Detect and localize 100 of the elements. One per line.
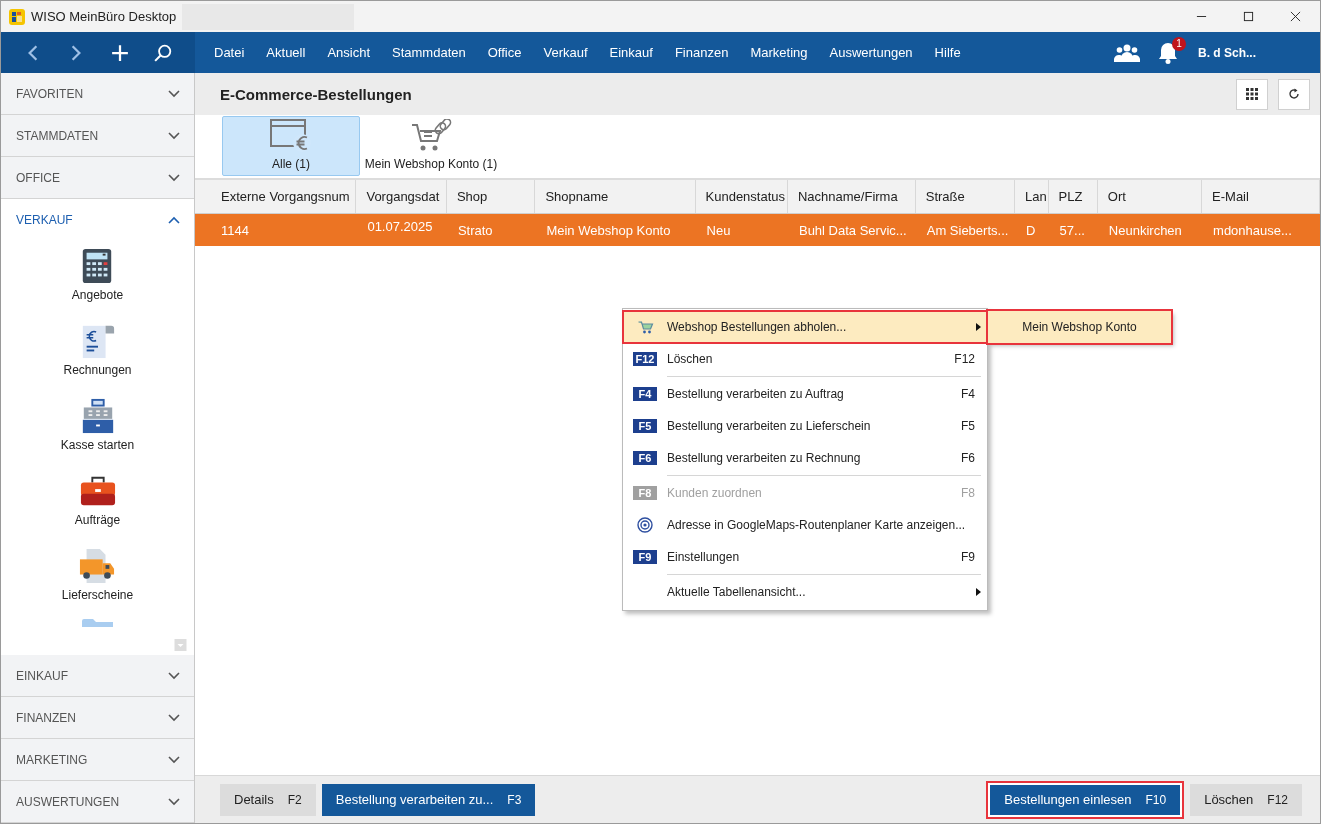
secondary-button[interactable]: Details F2 bbox=[220, 783, 316, 816]
section-label: AUSWERTUNGEN bbox=[16, 794, 120, 809]
grid-view-button[interactable] bbox=[1236, 78, 1268, 110]
key-badge: F4 bbox=[633, 387, 657, 401]
menu-item[interactable]: Aktuell bbox=[255, 45, 317, 60]
context-menu-item[interactable]: F4 Bestellung verarbeiten zu Auftrag F4 bbox=[623, 375, 987, 410]
folder-icon bbox=[80, 619, 115, 627]
table-cell-text: Buhl Data Servic... bbox=[797, 221, 908, 240]
column-header[interactable]: Nachname/Firma bbox=[787, 180, 916, 213]
sidebar-item[interactable]: Kasse starten bbox=[60, 398, 135, 473]
window-title: WISO MeinBüro Desktop bbox=[31, 9, 177, 24]
page-title: E-Commerce-Bestellungen bbox=[220, 85, 412, 103]
table-cell-text: Am Sieberts... bbox=[925, 221, 1010, 240]
secondary-button[interactable]: Löschen F12 bbox=[1190, 783, 1302, 816]
menu-item[interactable]: Auswertungen bbox=[818, 45, 924, 60]
chevron-icon bbox=[168, 755, 180, 764]
column-header[interactable]: Kundenstatus bbox=[695, 180, 788, 213]
sidebar-item[interactable]: Lieferscheine bbox=[61, 548, 134, 623]
app-logo-icon bbox=[9, 8, 25, 25]
context-menu-item[interactable]: Adresse in GoogleMaps-Routenplaner Karte anzeigen... bbox=[623, 509, 987, 541]
sidebar-item-label: Aufträge bbox=[74, 513, 121, 527]
sidebar-item-label: Lieferscheine bbox=[61, 588, 134, 602]
menu-item[interactable]: Einkauf bbox=[598, 45, 664, 60]
table-cell-text: D bbox=[1025, 221, 1037, 240]
menu-item[interactable]: Office bbox=[476, 45, 533, 60]
key-badge: F5 bbox=[633, 419, 657, 433]
table-cell-text: 1144 bbox=[220, 221, 250, 240]
menu-item[interactable]: Finanzen bbox=[663, 45, 740, 60]
sidebar-item[interactable]: Rechnungen bbox=[63, 323, 132, 398]
chevron-icon bbox=[168, 671, 180, 680]
add-icon[interactable] bbox=[110, 43, 129, 62]
key-badge: F6 bbox=[633, 451, 657, 465]
search-icon[interactable] bbox=[154, 43, 173, 62]
menu-item[interactable]: Hilfe bbox=[923, 45, 972, 60]
filter-label: Alle (1) bbox=[272, 157, 310, 171]
column-header[interactable]: PLZ bbox=[1048, 180, 1098, 213]
column-header[interactable]: Externe Vorgangsnum bbox=[195, 180, 357, 213]
close-icon[interactable] bbox=[1290, 11, 1301, 22]
chevron-icon bbox=[168, 89, 180, 98]
menu-item[interactable]: Marketing bbox=[739, 45, 819, 60]
chevron-icon bbox=[168, 797, 180, 806]
table-cell-text: Strato bbox=[456, 221, 494, 240]
menu-item[interactable]: Ansicht bbox=[316, 45, 382, 60]
submenu-arrow-icon bbox=[976, 323, 981, 331]
refresh-icon bbox=[1288, 88, 1300, 100]
section-label: FAVORITEN bbox=[16, 86, 84, 101]
column-header[interactable]: Shop bbox=[446, 180, 536, 213]
section-label: STAMMDATEN bbox=[16, 128, 99, 143]
menu-item[interactable]: Verkauf bbox=[532, 45, 599, 60]
sidebar-section[interactable]: OFFICE bbox=[1, 157, 194, 199]
chevron-icon bbox=[168, 215, 180, 224]
context-menu-item[interactable]: Aktuelle Tabellenansicht... bbox=[623, 573, 987, 608]
context-menu-item[interactable]: F12 Löschen F12 bbox=[623, 343, 987, 375]
delivery-truck-icon bbox=[79, 548, 116, 584]
menu-item[interactable]: Datei bbox=[203, 45, 256, 60]
column-header[interactable]: Ort bbox=[1097, 180, 1203, 213]
chevron-icon bbox=[168, 131, 180, 140]
section-label: FINANZEN bbox=[16, 710, 76, 725]
chevron-icon bbox=[168, 173, 180, 182]
section-label: MARKETING bbox=[16, 752, 88, 767]
cart-icon bbox=[636, 320, 654, 334]
column-header[interactable]: E-Mail bbox=[1202, 180, 1320, 213]
column-header[interactable]: Vorgangsdat bbox=[356, 180, 447, 213]
primary-button[interactable]: Bestellung verarbeiten zu... F3 bbox=[321, 783, 536, 816]
context-menu-item[interactable]: Webshop Bestellungen abholen... bbox=[623, 311, 987, 343]
filter-tile[interactable]: Mein Webshop Konto (1) bbox=[362, 116, 500, 176]
chevron-icon bbox=[168, 713, 180, 722]
bell-icon[interactable] bbox=[1158, 41, 1178, 64]
table-cell-text: Mein Webshop Konto bbox=[545, 221, 672, 240]
grid-icon bbox=[1246, 88, 1258, 100]
sidebar-item-label: Kasse starten bbox=[60, 438, 135, 452]
user-name[interactable]: B. d Sch... bbox=[1198, 45, 1256, 60]
sidebar-section[interactable]: EINKAUF bbox=[1, 655, 194, 697]
cart-link-icon bbox=[410, 119, 452, 153]
column-header[interactable]: Lan bbox=[1015, 180, 1049, 213]
submenu-arrow-icon bbox=[976, 588, 981, 596]
context-menu-item[interactable]: F5 Bestellung verarbeiten zu Lieferschein F5 bbox=[623, 410, 987, 442]
sidebar-section[interactable]: AUSWERTUNGEN bbox=[1, 781, 194, 823]
section-label: OFFICE bbox=[16, 170, 60, 185]
key-badge: F12 bbox=[632, 352, 658, 366]
filter-tile[interactable]: Alle (1) bbox=[222, 116, 360, 176]
sidebar-section[interactable]: STAMMDATEN bbox=[1, 115, 194, 157]
sidebar-section[interactable]: MARKETING bbox=[1, 739, 194, 781]
context-menu-item[interactable]: F6 Bestellung verarbeiten zu Rechnung F6 bbox=[623, 442, 987, 474]
sidebar-item[interactable]: Aufträge bbox=[74, 473, 121, 548]
sidebar-section[interactable]: FINANZEN bbox=[1, 697, 194, 739]
maximize-icon[interactable] bbox=[1243, 11, 1254, 22]
table-cell-text: mdonhause... bbox=[1212, 221, 1293, 240]
sidebar-section[interactable]: FAVORITEN bbox=[1, 73, 194, 115]
refresh-button[interactable] bbox=[1278, 78, 1310, 110]
menu-item[interactable]: Stammdaten bbox=[381, 45, 477, 60]
sidebar-item[interactable]: Angebote bbox=[71, 248, 124, 323]
key-badge: F8 bbox=[633, 486, 657, 500]
primary-button[interactable]: Bestellungen einlesen F10 bbox=[986, 780, 1185, 819]
context-menu-item[interactable]: F9 Einstellungen F9 bbox=[623, 541, 987, 573]
column-header[interactable]: Shopname bbox=[535, 180, 696, 213]
users-icon[interactable] bbox=[1114, 42, 1140, 63]
column-header[interactable]: Straße bbox=[915, 180, 1015, 213]
table-cell-text: 57... bbox=[1058, 221, 1086, 240]
submenu-item[interactable]: Mein Webshop Konto bbox=[988, 311, 1171, 343]
